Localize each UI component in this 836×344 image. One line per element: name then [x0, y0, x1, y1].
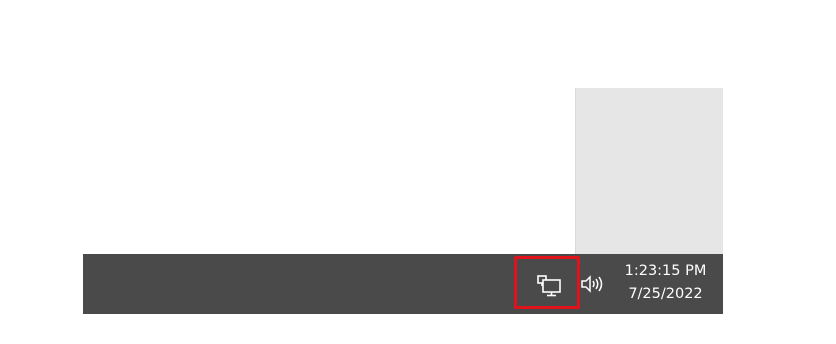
system-clock[interactable]: 1:23:15 PM 7/25/2022 [608, 260, 723, 310]
taskbar: 1:23:15 PM 7/25/2022 [83, 254, 723, 314]
screen: 1:23:15 PM 7/25/2022 [0, 0, 836, 344]
network-monitor-icon[interactable] [537, 274, 563, 298]
clock-time: 1:23:15 PM [624, 263, 707, 279]
network-tray-button[interactable] [514, 256, 580, 309]
clock-date: 7/25/2022 [628, 286, 703, 302]
speaker-volume-icon[interactable] [580, 272, 606, 296]
flyout-panel [575, 88, 723, 254]
